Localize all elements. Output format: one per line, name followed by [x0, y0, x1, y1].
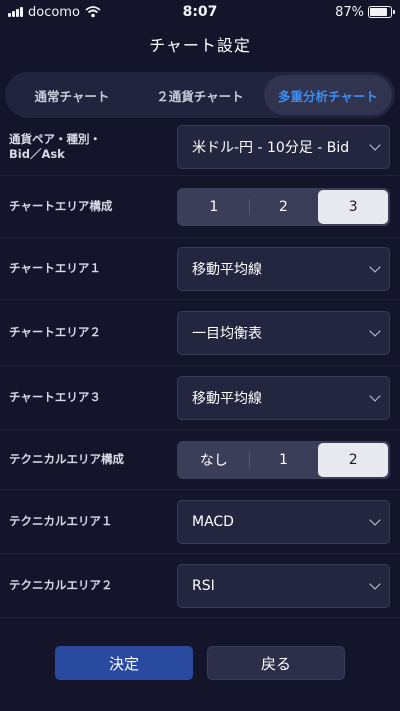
chevron-down-icon	[369, 138, 381, 151]
battery-icon	[368, 6, 395, 18]
pair-value: 米ドル-円 - 10分足 - Bid	[192, 139, 350, 156]
tab-normal-chart[interactable]: 通常チャート	[8, 75, 136, 115]
chart-area-option-1[interactable]: 1	[179, 190, 249, 224]
status-bar: docomo 8:07 87%	[0, 0, 400, 24]
chevron-down-icon	[369, 324, 381, 337]
row-pair: 通貨ペア・種別・ Bid／Ask 米ドル-円 - 10分足 - Bid	[0, 118, 400, 176]
chart-area-2-select[interactable]: 一目均衡表	[177, 310, 390, 355]
chart-area-3-label: チャートエリア３	[9, 390, 101, 404]
tech-area-2-label: テクニカルエリア２	[9, 578, 113, 592]
row-tech-area-config: テクニカルエリア構成 なし 1 2	[0, 430, 400, 490]
chart-area-config-segment: 1 2 3	[177, 187, 390, 226]
chart-area-option-2[interactable]: 2	[248, 190, 319, 224]
tech-area-1-select[interactable]: MACD	[177, 499, 390, 544]
action-buttons: 決定 戻る	[0, 646, 400, 680]
settings-list: 通貨ペア・種別・ Bid／Ask 米ドル-円 - 10分足 - Bid チャート…	[0, 118, 400, 618]
tab-two-currency-chart[interactable]: ２通貨チャート	[136, 75, 264, 115]
chevron-down-icon	[369, 513, 381, 526]
chevron-down-icon	[369, 389, 381, 402]
tech-area-option-2[interactable]: 2	[318, 442, 389, 477]
chevron-down-icon	[369, 260, 381, 273]
tech-area-option-none[interactable]: なし	[179, 443, 249, 477]
chart-type-tabs: 通常チャート ２通貨チャート 多重分析チャート	[5, 72, 395, 118]
tech-area-2-value: RSI	[192, 577, 215, 594]
chart-area-1-label: チャートエリア１	[9, 261, 101, 275]
tech-area-1-label: テクニカルエリア１	[9, 514, 113, 528]
chart-area-config-label: チャートエリア構成	[9, 199, 113, 213]
row-tech-area-1: テクニカルエリア１ MACD	[0, 490, 400, 554]
battery-percent: 87%	[335, 4, 364, 20]
tab-multi-analysis-chart[interactable]: 多重分析チャート	[264, 75, 392, 115]
row-tech-area-2: テクニカルエリア２ RSI	[0, 554, 400, 618]
tech-area-config-label: テクニカルエリア構成	[9, 452, 124, 466]
chart-area-option-3[interactable]: 3	[318, 189, 389, 224]
tech-area-1-value: MACD	[192, 513, 234, 530]
row-chart-area-1: チャートエリア１ 移動平均線	[0, 238, 400, 300]
row-chart-area-3: チャートエリア３ 移動平均線	[0, 366, 400, 430]
tech-area-2-select[interactable]: RSI	[177, 563, 390, 608]
status-left: docomo	[8, 5, 101, 20]
tech-area-option-1[interactable]: 1	[248, 443, 319, 477]
chart-area-2-label: チャートエリア２	[9, 325, 101, 339]
chart-area-1-value: 移動平均線	[192, 261, 262, 278]
pair-label: 通貨ペア・種別・ Bid／Ask	[9, 131, 101, 161]
battery-fill	[370, 8, 388, 16]
confirm-button[interactable]: 決定	[55, 646, 193, 680]
chart-area-3-select[interactable]: 移動平均線	[177, 375, 390, 420]
row-chart-area-2: チャートエリア２ 一目均衡表	[0, 300, 400, 366]
pair-select[interactable]: 米ドル-円 - 10分足 - Bid	[177, 124, 390, 169]
chart-area-1-select[interactable]: 移動平均線	[177, 246, 390, 291]
wifi-icon	[85, 6, 101, 18]
row-chart-area-config: チャートエリア構成 1 2 3	[0, 176, 400, 238]
status-right: 87%	[335, 4, 395, 20]
chevron-down-icon	[369, 577, 381, 590]
page-title: チャート設定	[149, 36, 251, 55]
chart-area-2-value: 一目均衡表	[192, 325, 262, 342]
chart-area-3-value: 移動平均線	[192, 390, 262, 407]
carrier-name: docomo	[28, 4, 80, 20]
signal-icon	[8, 7, 23, 17]
back-button[interactable]: 戻る	[207, 646, 345, 680]
tech-area-config-segment: なし 1 2	[177, 440, 390, 479]
